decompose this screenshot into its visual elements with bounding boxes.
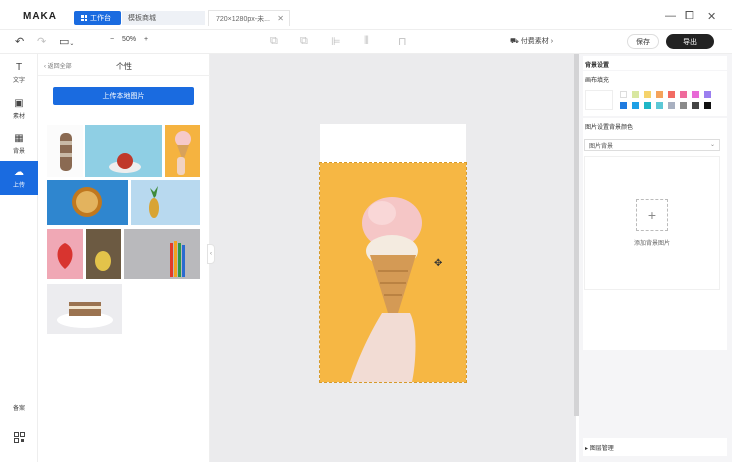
rail-item-assets[interactable]: ▣ 素材 — [0, 92, 38, 126]
color-swatch[interactable] — [620, 91, 627, 98]
panel-title: 个性 — [116, 62, 132, 71]
current-color-preview[interactable] — [585, 90, 613, 110]
rail-item-background[interactable]: ▦ 背景 — [0, 127, 38, 161]
rail-item-text[interactable]: T 文字 — [0, 56, 38, 90]
image-thumbnail[interactable] — [124, 229, 200, 279]
save-button[interactable]: 保存 — [627, 34, 659, 49]
lock-icon[interactable]: ⊓ — [398, 35, 407, 48]
color-swatch[interactable] — [656, 91, 663, 98]
background-settings-header: 背景设置 — [583, 56, 727, 70]
image-thumbnail[interactable] — [47, 125, 83, 177]
tab-template-store[interactable]: 模板商城 — [122, 11, 205, 25]
zoom-value: 50% — [122, 36, 137, 43]
tab-document[interactable]: 720×1280px-未... ✕ — [208, 10, 290, 26]
color-swatch[interactable] — [680, 102, 687, 109]
layout-icon[interactable]: ▭⌄ — [59, 35, 74, 48]
rail-item-label: 备案 — [12, 405, 25, 412]
move-cursor-icon: ✥ — [434, 258, 443, 269]
color-swatch[interactable] — [656, 102, 663, 109]
tab-workbench[interactable]: 工作台 — [74, 11, 121, 25]
add-background-caption: 添加背景图片 — [633, 241, 670, 247]
color-swatch[interactable] — [644, 91, 651, 98]
toolbar: ↶ ↷ ▭⌄ − 50% + ⧉ ⧉ ⊫ ⦀ ⊓ ⛟ 付费素材 › 保存 导出 — [0, 30, 732, 54]
ice-cream-image[interactable] — [319, 162, 467, 383]
assets-icon: ▣ — [14, 97, 24, 109]
zoom-in-button[interactable]: + — [144, 36, 148, 43]
color-swatch[interactable] — [692, 102, 699, 109]
color-swatch[interactable] — [644, 102, 651, 109]
chevron-down-icon: ⌄ — [709, 142, 715, 148]
color-swatch[interactable] — [704, 102, 711, 109]
cart-icon: ⛟ — [510, 38, 519, 45]
align-icon[interactable]: ⊫ — [331, 35, 341, 48]
upload-panel: ‹ 返回全部 个性 上传本地图片 — [38, 54, 210, 462]
qr-code-button[interactable] — [0, 426, 38, 448]
close-window-icon[interactable]: ✕ — [707, 10, 716, 23]
color-swatch[interactable] — [668, 102, 675, 109]
color-swatch[interactable] — [668, 91, 675, 98]
image-thumbnail[interactable] — [85, 125, 162, 177]
cloud-upload-icon: ☁ — [14, 166, 24, 178]
zoom-control: − 50% + — [110, 36, 148, 43]
redo-icon[interactable]: ↷ — [37, 35, 46, 48]
undo-icon[interactable]: ↶ — [15, 35, 24, 48]
plus-icon: + — [647, 207, 657, 223]
chevron-right-icon: › — [550, 38, 554, 45]
tab-document-label: 720×1280px-未... — [216, 15, 270, 23]
paid-assets-link[interactable]: ⛟ 付费素材 › — [510, 36, 553, 46]
minimize-icon[interactable]: — — [665, 10, 676, 22]
collapse-panel-handle[interactable]: ‹ — [207, 244, 215, 264]
image-thumbnail[interactable] — [47, 229, 83, 279]
upload-local-image-button[interactable]: 上传本地图片 — [53, 87, 194, 105]
tab-template-store-label: 模板商城 — [128, 15, 156, 22]
image-bg-label: 图片设置背景颜色 — [585, 125, 634, 131]
image-thumbnail[interactable] — [47, 180, 128, 225]
background-icon: ▦ — [14, 132, 24, 144]
zoom-out-button[interactable]: − — [110, 36, 114, 43]
rail-item-label: 背景 — [12, 148, 25, 155]
color-swatch[interactable] — [692, 91, 699, 98]
color-swatch[interactable] — [632, 102, 639, 109]
background-type-select[interactable]: 图片背景 ⌄ — [584, 139, 720, 151]
rail-item-upload[interactable]: ☁ 上传 — [0, 161, 38, 195]
bring-forward-icon[interactable]: ⧉ — [270, 35, 278, 48]
layer-manage-section[interactable]: ▸ 图层管理 — [583, 438, 727, 456]
canvas-fill-label: 画布填充 — [585, 78, 610, 84]
export-button[interactable]: 导出 — [666, 34, 714, 49]
rail-item-filing[interactable]: 备案 — [0, 398, 38, 416]
maximize-icon[interactable]: ⧠ — [685, 10, 694, 23]
image-thumbnail[interactable] — [47, 284, 122, 334]
layer-manage-label: 图层管理 — [589, 446, 614, 452]
left-rail: T 文字 ▣ 素材 ▦ 背景 ☁ 上传 备案 — [0, 54, 38, 462]
image-thumbnail[interactable] — [165, 125, 200, 177]
color-swatch[interactable] — [620, 102, 627, 109]
design-page[interactable] — [319, 124, 467, 383]
app-logo: MAKA — [23, 11, 57, 22]
image-thumbnail[interactable] — [86, 229, 121, 279]
color-swatch[interactable] — [704, 91, 711, 98]
select-value: 图片背景 — [589, 143, 614, 150]
distribute-icon[interactable]: ⦀ — [364, 35, 369, 48]
paid-assets-label: 付费素材 — [520, 38, 549, 45]
tab-workbench-label: 工作台 — [90, 15, 111, 22]
panel-header: ‹ 返回全部 个性 — [38, 54, 210, 76]
text-icon: T — [15, 61, 23, 73]
grid-icon — [81, 15, 87, 21]
title-bar: MAKA 工作台 模板商城 720×1280px-未... ✕ — ⧠ ✕ — [0, 0, 732, 30]
image-thumbnail[interactable] — [131, 180, 200, 225]
section-title: 背景设置 — [585, 63, 610, 69]
add-background-image-button[interactable]: + — [636, 199, 668, 231]
rail-item-label: 素材 — [12, 113, 25, 120]
color-swatch[interactable] — [680, 91, 687, 98]
send-backward-icon[interactable]: ⧉ — [300, 35, 308, 48]
color-swatch[interactable] — [632, 91, 639, 98]
close-tab-icon[interactable]: ✕ — [277, 14, 284, 23]
qr-code-icon — [13, 431, 25, 443]
rail-item-label: 文字 — [12, 77, 25, 84]
rail-item-label: 上传 — [12, 182, 25, 189]
